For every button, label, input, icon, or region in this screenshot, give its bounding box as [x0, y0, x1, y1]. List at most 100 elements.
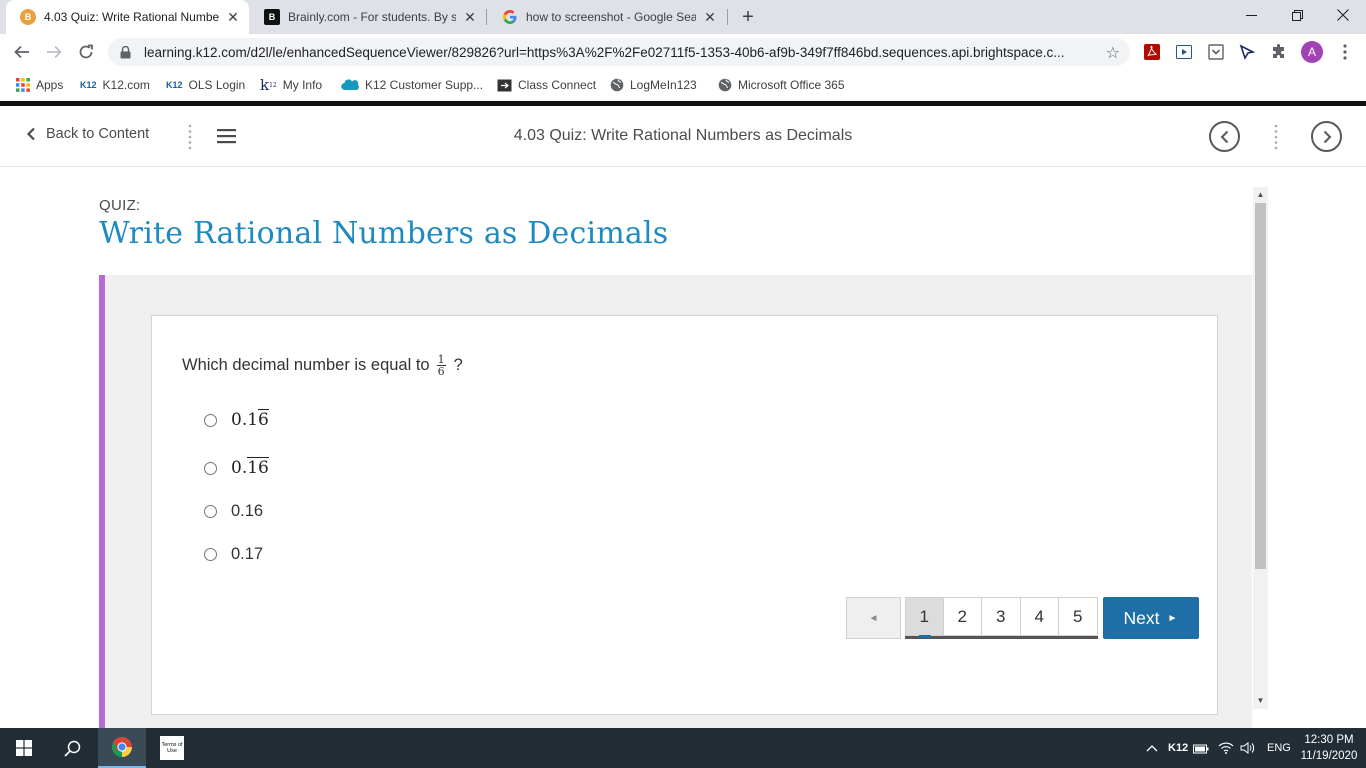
quiz-panel: Which decimal number is equal to 1 6 ? 0…: [99, 275, 1252, 728]
bookmark-class-connect[interactable]: Class Connect: [497, 76, 596, 94]
battery-icon[interactable]: [1193, 728, 1209, 768]
bookmark-k12[interactable]: K12 K12.com: [80, 76, 150, 94]
radio-button[interactable]: [204, 461, 217, 475]
answer-option-1[interactable]: 0.16: [204, 409, 269, 430]
taskbar-terms-of-use[interactable]: Terms of Use: [150, 728, 194, 768]
tab-title: 4.03 Quiz: Write Rational Numbe: [44, 10, 219, 24]
show-hidden-icons-button[interactable]: [1146, 728, 1158, 768]
tab-google[interactable]: how to screenshot - Google Sear ✕: [488, 0, 726, 34]
answer-option-label: 0.16: [231, 409, 269, 430]
question-card: Which decimal number is equal to 1 6 ? 0…: [151, 315, 1218, 715]
language-indicator[interactable]: ENG: [1267, 728, 1291, 768]
tray-k12[interactable]: K12: [1168, 728, 1188, 768]
globe-icon: [718, 78, 732, 92]
tab-divider: [727, 9, 728, 25]
taskbar-search-button[interactable]: [48, 728, 96, 768]
scroll-down-arrow-icon[interactable]: ▼: [1256, 696, 1265, 706]
brainly-icon: B: [264, 9, 280, 25]
answer-option-4[interactable]: 0.17: [204, 545, 263, 564]
adobe-acrobat-icon[interactable]: [1142, 42, 1162, 62]
back-button[interactable]: [8, 38, 36, 66]
content-scrollbar[interactable]: ▲ ▼: [1253, 187, 1268, 709]
radio-button[interactable]: [204, 505, 217, 518]
cursor-extension-icon[interactable]: [1237, 42, 1257, 62]
minimize-button[interactable]: [1228, 0, 1274, 30]
page-button-5[interactable]: 5: [1059, 597, 1098, 636]
answer-option-3[interactable]: 0.16: [204, 502, 263, 521]
apps-grid-icon: [16, 78, 30, 92]
forward-button[interactable]: [40, 38, 68, 66]
page-button-2[interactable]: 2: [943, 597, 982, 636]
video-extension-icon[interactable]: [1174, 42, 1194, 62]
question-suffix: ?: [453, 356, 463, 374]
fraction-denominator: 6: [437, 365, 445, 378]
next-topic-button[interactable]: [1311, 121, 1342, 152]
volume-icon[interactable]: [1240, 728, 1256, 768]
bookmark-label: K12 Customer Supp...: [365, 78, 484, 92]
answer-option-label: 0.17: [231, 545, 264, 563]
repeating-digits: 6: [258, 409, 269, 430]
tab-quiz[interactable]: B 4.03 Quiz: Write Rational Numbe ✕: [6, 0, 249, 34]
url-text: learning.k12.com/d2l/le/enhancedSequence…: [144, 44, 1065, 60]
class-connect-icon: [497, 79, 512, 92]
close-icon[interactable]: ✕: [702, 9, 718, 25]
pocket-extension-icon[interactable]: [1206, 42, 1226, 62]
bookmark-ols-login[interactable]: K12 OLS Login: [166, 76, 245, 94]
reload-button[interactable]: [72, 38, 100, 66]
tab-title: Brainly.com - For students. By stu: [288, 10, 456, 24]
clock-time: 12:30 PM: [1304, 734, 1354, 746]
new-tab-button[interactable]: +: [736, 5, 760, 29]
profile-avatar[interactable]: A: [1301, 41, 1323, 63]
next-button[interactable]: Next ►: [1102, 597, 1199, 639]
bookmark-label: Microsoft Office 365: [738, 78, 845, 92]
scrollbar-thumb[interactable]: [1255, 203, 1266, 569]
answer-option-label: 0.16: [231, 502, 264, 520]
bookmark-label: My Info: [282, 78, 323, 92]
reload-icon: [79, 44, 93, 59]
restore-button[interactable]: [1274, 0, 1320, 30]
chrome-icon: [111, 737, 132, 758]
page-button-1[interactable]: 1: [905, 597, 944, 638]
more-vertical-icon[interactable]: [1335, 42, 1355, 62]
salesforce-cloud-icon: [341, 79, 359, 91]
bookmark-label: OLS Login: [188, 78, 246, 92]
bookmark-apps[interactable]: Apps: [16, 76, 63, 94]
taskbar-clock[interactable]: 12:30 PM 11/19/2020: [1298, 732, 1360, 764]
windows-taskbar: Terms of Use K12 ENG 12:30 PM 11/19/2020: [0, 728, 1366, 768]
previous-page-button[interactable]: ◄: [846, 597, 901, 639]
bookmark-label: K12.com: [102, 78, 150, 92]
taskbar-chrome[interactable]: [98, 728, 146, 768]
bookmark-microsoft-office-365[interactable]: Microsoft Office 365: [718, 76, 845, 94]
bookmark-my-info[interactable]: k 12 My Info: [260, 76, 322, 94]
k12-logo-icon: K12: [166, 80, 183, 90]
question-prompt: Which decimal number is equal to: [182, 356, 430, 374]
wifi-icon[interactable]: [1218, 728, 1234, 768]
bookmark-k12-customer-support[interactable]: K12 Customer Supp...: [341, 76, 483, 94]
windows-start-button[interactable]: [0, 728, 48, 768]
previous-topic-button[interactable]: [1209, 121, 1240, 152]
browser-toolbar: learning.k12.com/d2l/le/enhancedSequence…: [0, 34, 1366, 70]
terms-of-use-icon: Terms of Use: [160, 736, 184, 760]
close-icon[interactable]: ✕: [462, 9, 478, 25]
lock-icon: [120, 45, 134, 59]
screen: B 4.03 Quiz: Write Rational Numbe ✕ B Br…: [0, 0, 1366, 768]
close-icon: [1337, 9, 1349, 21]
page-button-3[interactable]: 3: [982, 597, 1021, 636]
tab-brainly[interactable]: B Brainly.com - For students. By stu ✕: [250, 0, 486, 34]
page-button-4[interactable]: 4: [1020, 597, 1059, 636]
radio-button[interactable]: [204, 413, 217, 427]
address-bar[interactable]: learning.k12.com/d2l/le/enhancedSequence…: [108, 38, 1130, 66]
bookmark-logmein123[interactable]: LogMeIn123: [610, 76, 697, 94]
vertical-separator-dots: [1274, 124, 1278, 150]
extensions-puzzle-icon[interactable]: [1269, 42, 1289, 62]
close-icon[interactable]: ✕: [225, 9, 241, 25]
myinfo-logo-icon: k 12: [260, 76, 277, 94]
close-window-button[interactable]: [1320, 0, 1366, 30]
browser-tab-strip: B 4.03 Quiz: Write Rational Numbe ✕ B Br…: [0, 0, 1366, 34]
scroll-up-arrow-icon[interactable]: ▲: [1256, 190, 1265, 200]
chevron-up-icon: [1146, 745, 1158, 752]
play-triangle-icon: ►: [1167, 612, 1178, 624]
radio-button[interactable]: [204, 548, 217, 561]
bookmark-star-icon[interactable]: ☆: [1106, 43, 1120, 63]
answer-option-2[interactable]: 0.16: [204, 457, 269, 478]
